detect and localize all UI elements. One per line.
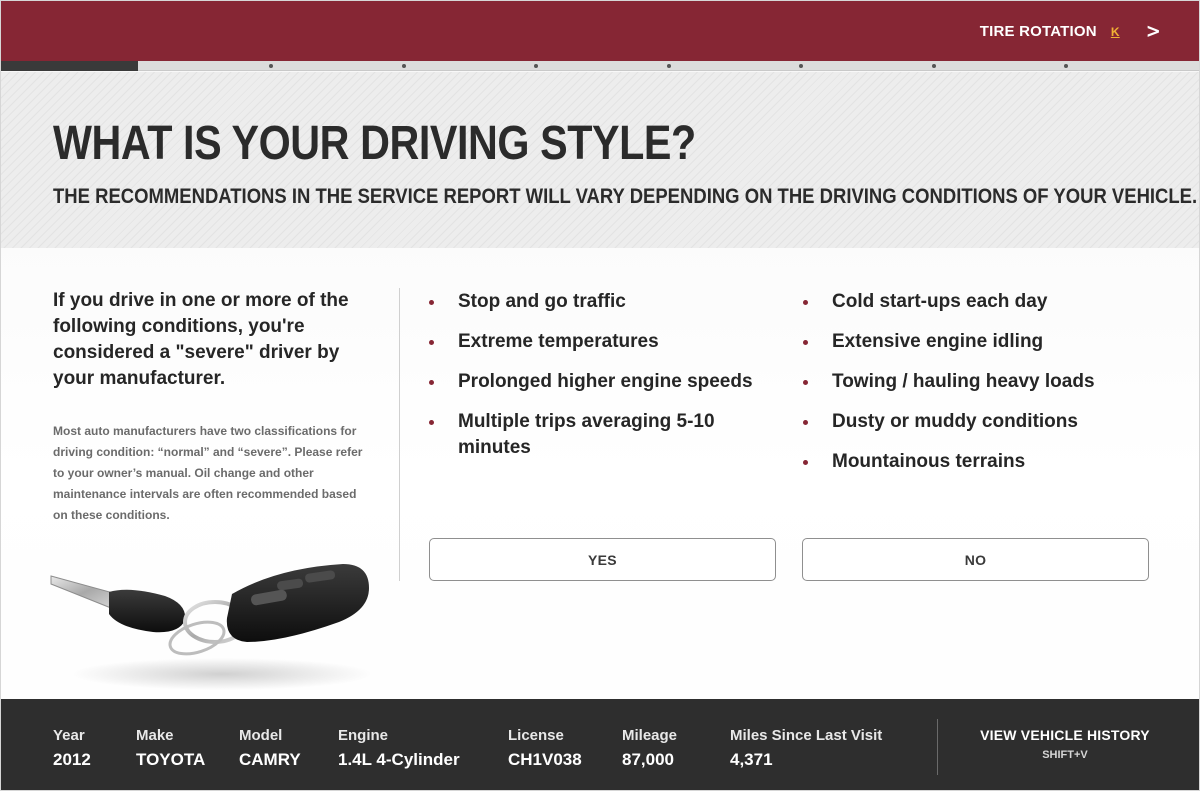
intro-text: If you drive in one or more of the follo…: [53, 290, 349, 389]
field-value: CH1V038: [508, 750, 582, 769]
classification-note: Most auto manufacturers have two classif…: [53, 424, 363, 522]
vehicle-year: Year 2012: [53, 727, 91, 770]
no-button[interactable]: NO: [802, 538, 1149, 581]
vehicle-mileage: Mileage 87,000: [622, 727, 677, 770]
bullet-icon: [429, 380, 434, 385]
vehicle-info-bar: Year 2012 Make TOYOTA Model CAMRY Engine…: [1, 699, 1199, 790]
bullet-icon: [803, 300, 808, 305]
field-value: 2012: [53, 750, 91, 769]
progress-bar: [1, 61, 1199, 71]
view-vehicle-history-button[interactable]: VIEW VEHICLE HISTORY SHIFT+V: [951, 727, 1179, 761]
bullet-icon: [803, 340, 808, 345]
car-keys-image: [50, 564, 372, 690]
progress-step-marker: [1064, 64, 1068, 68]
conditions-list-right: Cold start-ups each day Extensive engine…: [803, 289, 1163, 489]
list-item: Cold start-ups each day: [803, 289, 1163, 315]
app-frame: TIRE ROTATION K > WHAT IS YOUR DRIVING S…: [0, 0, 1200, 791]
condition-text: Towing / hauling heavy loads: [832, 371, 1095, 392]
condition-text: Mountainous terrains: [832, 451, 1026, 472]
field-label: Mileage: [622, 727, 678, 744]
vehicle-license: License CH1V038: [508, 727, 582, 770]
next-step-hotkey: K: [1110, 24, 1120, 39]
bullet-icon: [803, 420, 808, 425]
field-label: Model: [239, 727, 283, 744]
bullet-icon: [803, 460, 808, 465]
footer-divider: [937, 719, 938, 775]
list-item: Towing / hauling heavy loads: [803, 369, 1163, 395]
chevron-right-icon[interactable]: >: [1146, 20, 1161, 43]
vehicle-engine: Engine 1.4L 4-Cylinder: [338, 727, 460, 770]
condition-text: Multiple trips averaging 5-10 minutes: [458, 411, 715, 458]
miles-since-last-visit: Miles Since Last Visit 4,371: [730, 727, 882, 770]
field-value: 87,000: [622, 750, 674, 769]
column-divider: [399, 288, 400, 581]
progress-step-marker: [799, 64, 803, 68]
next-step-link[interactable]: TIRE ROTATION K >: [979, 20, 1161, 43]
list-item: Multiple trips averaging 5-10 minutes: [429, 409, 729, 461]
condition-text: Prolonged higher engine speeds: [458, 371, 753, 392]
condition-text: Dusty or muddy conditions: [832, 411, 1078, 432]
progress-step-marker: [269, 64, 273, 68]
bullet-icon: [803, 380, 808, 385]
progress-fill: [1, 61, 138, 71]
bullet-icon: [429, 300, 434, 305]
condition-text: Cold start-ups each day: [832, 291, 1048, 312]
progress-step-marker: [534, 64, 538, 68]
condition-text: Stop and go traffic: [458, 291, 626, 312]
field-label: Miles Since Last Visit: [730, 727, 883, 744]
condition-text: Extreme temperatures: [458, 331, 659, 352]
page-title: WHAT IS YOUR DRIVING STYLE?: [53, 117, 696, 170]
hero-band: WHAT IS YOUR DRIVING STYLE? THE RECOMMEN…: [1, 72, 1199, 248]
bullet-icon: [429, 340, 434, 345]
list-item: Prolonged higher engine speeds: [429, 369, 769, 395]
field-value: 1.4L 4-Cylinder: [338, 750, 460, 769]
field-value: 4,371: [730, 750, 773, 769]
list-item: Mountainous terrains: [803, 449, 1163, 475]
field-value: CAMRY: [239, 750, 301, 769]
conditions-list-left: Stop and go traffic Extreme temperatures…: [429, 289, 769, 475]
list-item: Extensive engine idling: [803, 329, 1163, 355]
progress-step-marker: [402, 64, 406, 68]
list-item: Extreme temperatures: [429, 329, 769, 355]
field-label: Engine: [338, 727, 389, 744]
progress-step-marker: [932, 64, 936, 68]
condition-text: Extensive engine idling: [832, 331, 1044, 352]
vehicle-model: Model CAMRY: [239, 727, 301, 770]
next-step-label: TIRE ROTATION: [979, 23, 1097, 40]
field-value: TOYOTA: [136, 750, 206, 769]
list-item: Dusty or muddy conditions: [803, 409, 1163, 435]
bullet-icon: [429, 420, 434, 425]
page-subtitle: THE RECOMMENDATIONS IN THE SERVICE REPOR…: [53, 185, 1198, 208]
field-label: Make: [136, 727, 174, 744]
field-label: Year: [53, 727, 85, 744]
history-label: VIEW VEHICLE HISTORY: [980, 727, 1150, 743]
history-shortcut: SHIFT+V: [1042, 749, 1088, 761]
top-bar: TIRE ROTATION K >: [1, 1, 1199, 61]
field-label: License: [508, 727, 564, 744]
list-item: Stop and go traffic: [429, 289, 769, 315]
vehicle-make: Make TOYOTA: [136, 727, 205, 770]
yes-button[interactable]: YES: [429, 538, 776, 581]
progress-step-marker: [667, 64, 671, 68]
